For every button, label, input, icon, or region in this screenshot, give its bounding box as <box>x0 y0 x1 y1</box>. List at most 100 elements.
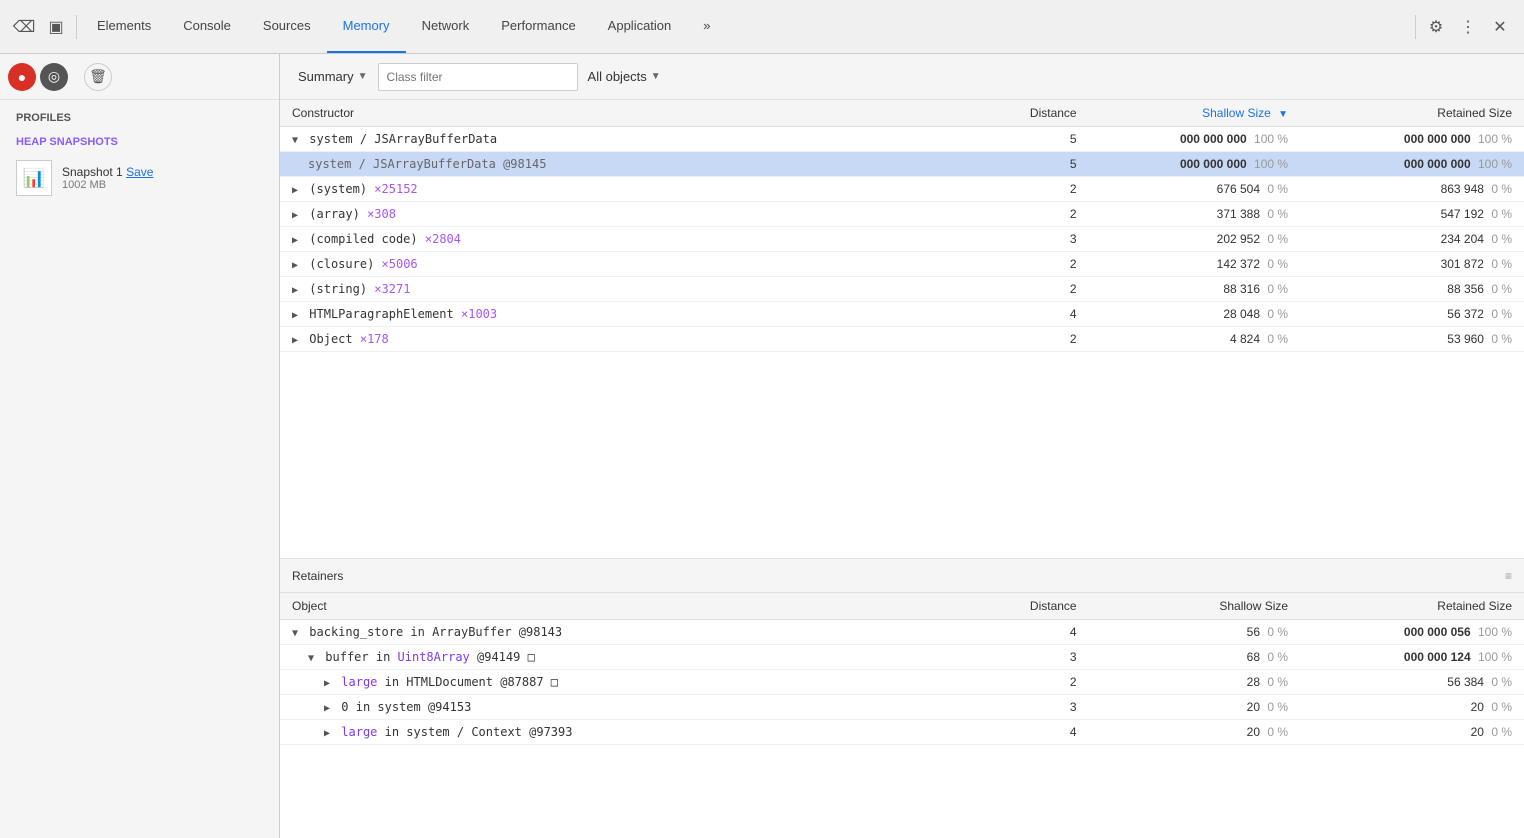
expand-icon[interactable]: ▶ <box>324 703 330 714</box>
retained-pct: 100 % <box>1478 157 1512 171</box>
stop-button[interactable]: ◎ <box>40 63 68 91</box>
inspect-icon[interactable]: ▣ <box>40 11 72 43</box>
table-row[interactable]: ▶ (array) ×308 2 371 388 0 % 547 192 0 % <box>280 202 1524 227</box>
cell-constructor: ▶ (array) ×308 <box>280 202 964 227</box>
table-row[interactable]: ▶ 0 in system @94153 3 20 0 % 20 0 % <box>280 695 1524 720</box>
expand-icon[interactable]: ▶ <box>324 678 330 689</box>
tab-network[interactable]: Network <box>406 0 486 53</box>
heap-table: Constructor Distance Shallow Size ▼ Reta… <box>280 100 1524 352</box>
expand-icon[interactable]: ▶ <box>292 210 298 221</box>
shallow-pct: 0 % <box>1267 650 1288 664</box>
class-filter-input[interactable] <box>378 63 578 91</box>
header-distance[interactable]: Distance <box>964 100 1088 127</box>
table-row[interactable]: ▼ backing_store in ArrayBuffer @98143 4 … <box>280 620 1524 645</box>
table-row[interactable]: ▶ (compiled code) ×2804 3 202 952 0 % 23… <box>280 227 1524 252</box>
tab-performance[interactable]: Performance <box>485 0 591 53</box>
retained-pct: 0 % <box>1491 675 1512 689</box>
close-icon[interactable]: ✕ <box>1484 11 1516 43</box>
table-row[interactable]: ▶ (closure) ×5006 2 142 372 0 % 301 872 … <box>280 252 1524 277</box>
expand-icon[interactable]: ▶ <box>324 728 330 739</box>
count-tag: ×2804 <box>425 232 461 246</box>
expand-icon[interactable]: ▶ <box>292 260 298 271</box>
tab-memory[interactable]: Memory <box>327 0 406 53</box>
cell-constructor: ▶ (string) ×3271 <box>280 277 964 302</box>
tab-elements[interactable]: Elements <box>81 0 167 53</box>
retained-pct: 0 % <box>1491 307 1512 321</box>
ret-header-retained[interactable]: Retained Size <box>1300 593 1524 620</box>
retained-value: 56 384 <box>1447 675 1484 689</box>
retainers-header: Retainers ≡ <box>280 559 1524 593</box>
object-prefix: buffer in <box>325 650 397 664</box>
cell-retained: 56 384 0 % <box>1300 670 1524 695</box>
main-layout: ● ◎ 🗑 Profiles HEAP SNAPSHOTS 📊 Snapshot… <box>0 54 1524 838</box>
cell-distance: 3 <box>964 227 1088 252</box>
cell-distance: 2 <box>964 177 1088 202</box>
expand-icon[interactable]: ▶ <box>292 185 298 196</box>
retainers-table: Object Distance Shallow Size Retained Si… <box>280 593 1524 838</box>
shallow-pct: 0 % <box>1267 625 1288 639</box>
cell-distance: 2 <box>964 670 1088 695</box>
ret-header-shallow[interactable]: Shallow Size <box>1089 593 1300 620</box>
table-row[interactable]: ▶ HTMLParagraphElement ×1003 4 28 048 0 … <box>280 302 1524 327</box>
cell-retained: 863 948 0 % <box>1300 177 1524 202</box>
shallow-value: 20 <box>1247 700 1260 714</box>
retained-pct: 0 % <box>1491 182 1512 196</box>
tab-sources[interactable]: Sources <box>247 0 327 53</box>
table-row[interactable]: ▶ large in HTMLDocument @87887 □ 2 28 0 … <box>280 670 1524 695</box>
cell-distance: 3 <box>964 645 1088 670</box>
clear-button[interactable]: 🗑 <box>84 63 112 91</box>
all-objects-dropdown[interactable]: All objects ▼ <box>578 65 671 88</box>
profiles-title: Profiles <box>0 100 279 130</box>
cell-shallow: 000 000 000 100 % <box>1089 152 1300 177</box>
header-shallow[interactable]: Shallow Size ▼ <box>1089 100 1300 127</box>
settings-icon[interactable]: ⚙ <box>1420 11 1452 43</box>
expand-icon[interactable]: ▼ <box>292 628 298 639</box>
cell-object: ▼ backing_store in ArrayBuffer @98143 <box>280 620 964 645</box>
expand-icon[interactable]: ▶ <box>292 285 298 296</box>
retained-value: 863 948 <box>1441 182 1484 196</box>
table-row[interactable]: ▶ (system) ×25152 2 676 504 0 % 863 948 … <box>280 177 1524 202</box>
summary-dropdown[interactable]: Summary ▼ <box>288 65 378 88</box>
shallow-value: 371 388 <box>1217 207 1260 221</box>
cell-shallow: 20 0 % <box>1089 695 1300 720</box>
snapshot-item[interactable]: 📊 Snapshot 1 Save 1002 MB <box>0 154 279 202</box>
cell-object: ▶ large in HTMLDocument @87887 □ <box>280 670 964 695</box>
header-retained[interactable]: Retained Size <box>1300 100 1524 127</box>
object-link[interactable]: large <box>341 675 377 689</box>
save-link[interactable]: Save <box>126 165 153 179</box>
retained-pct: 100 % <box>1478 132 1512 146</box>
expand-icon[interactable]: ▶ <box>292 310 298 321</box>
heap-snapshots-title: HEAP SNAPSHOTS <box>0 130 279 154</box>
retained-value: 53 960 <box>1447 332 1484 346</box>
tab-console[interactable]: Console <box>167 0 247 53</box>
tab-application[interactable]: Application <box>592 0 688 53</box>
object-suffix: in system / Context @97393 <box>385 725 573 739</box>
table-row[interactable]: ▼ system / JSArrayBufferData 5 000 000 0… <box>280 127 1524 152</box>
snapshot-name-label: Snapshot 1 <box>62 165 123 179</box>
shallow-pct: 0 % <box>1267 182 1288 196</box>
cell-shallow: 88 316 0 % <box>1089 277 1300 302</box>
object-link[interactable]: Uint8Array <box>398 650 470 664</box>
expand-icon[interactable]: ▶ <box>292 335 298 346</box>
expand-icon[interactable]: ▶ <box>292 235 298 246</box>
cell-shallow: 4 824 0 % <box>1089 327 1300 352</box>
snapshot-name: Snapshot 1 Save <box>62 165 153 179</box>
ret-header-distance[interactable]: Distance <box>964 593 1088 620</box>
table-row[interactable]: ▶ Object ×178 2 4 824 0 % 53 960 0 % <box>280 327 1524 352</box>
more-icon[interactable]: ⋮ <box>1452 11 1484 43</box>
retained-pct: 0 % <box>1491 332 1512 346</box>
shallow-pct: 0 % <box>1267 282 1288 296</box>
table-row[interactable]: system / JSArrayBufferData @98145 5 000 … <box>280 152 1524 177</box>
retained-pct: 0 % <box>1491 257 1512 271</box>
object-link[interactable]: large <box>341 725 377 739</box>
table-row[interactable]: ▶ large in system / Context @97393 4 20 … <box>280 720 1524 745</box>
cell-constructor: ▶ Object ×178 <box>280 327 964 352</box>
record-button[interactable]: ● <box>8 63 36 91</box>
expand-icon[interactable]: ▼ <box>292 135 298 146</box>
tab-more[interactable]: » <box>687 0 726 53</box>
table-row[interactable]: ▼ buffer in Uint8Array @94149 □ 3 68 0 % <box>280 645 1524 670</box>
table-row[interactable]: ▶ (string) ×3271 2 88 316 0 % 88 356 0 % <box>280 277 1524 302</box>
expand-icon[interactable]: ▼ <box>308 653 314 664</box>
cell-distance: 5 <box>964 127 1088 152</box>
cursor-icon[interactable]: ⌫ <box>8 11 40 43</box>
